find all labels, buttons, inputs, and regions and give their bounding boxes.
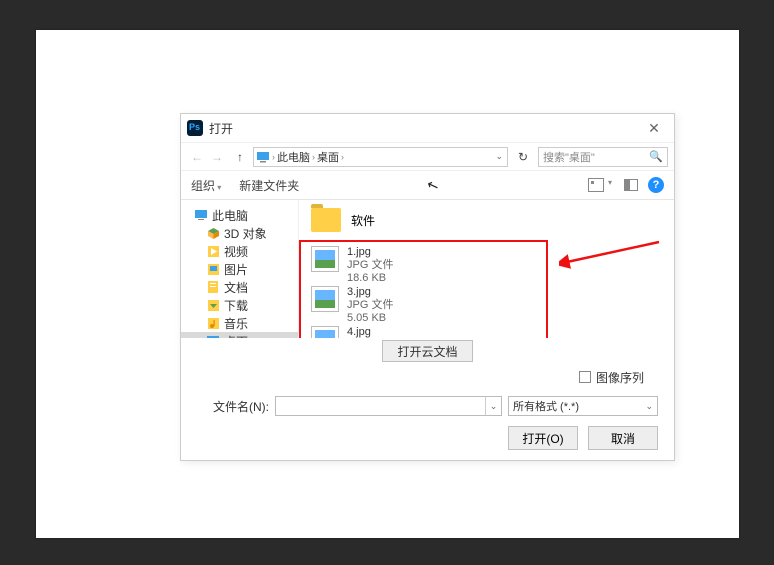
folder-label: 软件 bbox=[351, 212, 375, 229]
cursor-icon: ↖ bbox=[425, 175, 442, 195]
search-icon: 🔍 bbox=[649, 150, 663, 163]
folder-icon bbox=[311, 208, 341, 232]
file-type: JPG 文件 bbox=[347, 259, 393, 272]
tree-3d[interactable]: 3D 对象 bbox=[181, 224, 298, 242]
filetype-select[interactable]: 所有格式 (*.*) ⌄ bbox=[508, 396, 658, 416]
video-icon bbox=[207, 245, 219, 257]
jpg-icon bbox=[311, 246, 339, 272]
close-button[interactable]: ✕ bbox=[640, 120, 668, 137]
file-list: 软件 1.jpg JPG 文件 18.6 KB 3.jpg JPG 文件 5.0… bbox=[299, 200, 674, 338]
file-size: 18.6 KB bbox=[347, 272, 393, 285]
filename-input[interactable]: ⌄ bbox=[275, 396, 502, 416]
preview-pane-button[interactable] bbox=[624, 179, 638, 191]
annotation-arrow bbox=[559, 236, 669, 270]
chevron-down-icon[interactable]: ⌄ bbox=[485, 397, 501, 415]
nav-arrows[interactable]: ←→ bbox=[187, 150, 227, 164]
up-button[interactable]: ↑ bbox=[233, 150, 247, 164]
tree-documents[interactable]: 文档 bbox=[181, 278, 298, 296]
folder-item[interactable]: 软件 bbox=[311, 208, 662, 232]
file-item[interactable]: 3.jpg JPG 文件 5.05 KB bbox=[311, 286, 393, 325]
open-button[interactable]: 打开(O) bbox=[508, 426, 578, 450]
breadcrumb[interactable]: › 此电脑 › 桌面 › ⌄ bbox=[253, 147, 508, 167]
app-icon bbox=[187, 120, 203, 136]
pc-icon bbox=[256, 150, 270, 164]
tree-pictures[interactable]: 图片 bbox=[181, 260, 298, 278]
open-cloud-button[interactable]: 打开云文档 bbox=[382, 340, 472, 362]
tree-this-pc[interactable]: 此电脑 bbox=[181, 206, 298, 224]
file-size: 5.05 KB bbox=[347, 312, 393, 325]
view-mode-button[interactable] bbox=[588, 178, 604, 192]
pc-icon bbox=[195, 209, 207, 221]
refresh-button[interactable]: ↻ bbox=[514, 150, 532, 164]
titlebar: 打开 ✕ bbox=[181, 114, 674, 142]
checkbox-icon bbox=[579, 371, 591, 383]
music-icon bbox=[207, 317, 219, 329]
filetype-value: 所有格式 (*.*) bbox=[513, 398, 579, 414]
open-dialog: 打开 ✕ ←→ ↑ › 此电脑 › 桌面 › ⌄ ↻ 搜索"桌面" 🔍 组织 新… bbox=[180, 113, 675, 461]
tree-downloads[interactable]: 下载 bbox=[181, 296, 298, 314]
search-input[interactable]: 搜索"桌面" 🔍 bbox=[538, 147, 668, 167]
new-folder-button[interactable]: 新建文件夹 bbox=[239, 177, 299, 194]
organize-menu[interactable]: 组织 bbox=[191, 177, 221, 194]
tree-music[interactable]: 音乐 bbox=[181, 314, 298, 332]
help-button[interactable]: ? bbox=[648, 177, 664, 193]
image-sequence-checkbox[interactable]: 图像序列 bbox=[579, 369, 644, 386]
jpg-icon bbox=[311, 326, 339, 338]
breadcrumb-root: 此电脑 bbox=[277, 149, 310, 165]
search-placeholder: 搜索"桌面" bbox=[543, 149, 595, 165]
file-name: 4.jpg bbox=[347, 326, 393, 338]
download-icon bbox=[207, 299, 219, 311]
cube-icon bbox=[207, 227, 219, 239]
file-name: 1.jpg bbox=[347, 246, 393, 259]
tree-video[interactable]: 视频 bbox=[181, 242, 298, 260]
file-item[interactable]: 1.jpg JPG 文件 18.6 KB bbox=[311, 246, 393, 285]
filename-label: 文件名(N): bbox=[197, 398, 269, 415]
nav-tree: 此电脑 3D 对象 视频 图片 文档 下载 音乐 桌面 Win10 (C:) bbox=[181, 200, 299, 338]
doc-icon bbox=[207, 281, 219, 293]
chevron-down-icon: ⌄ bbox=[645, 401, 653, 412]
address-bar: ←→ ↑ › 此电脑 › 桌面 › ⌄ ↻ 搜索"桌面" 🔍 bbox=[181, 142, 674, 170]
checkbox-label: 图像序列 bbox=[596, 369, 644, 386]
cancel-button[interactable]: 取消 bbox=[588, 426, 658, 450]
jpg-icon bbox=[311, 286, 339, 312]
image-icon bbox=[207, 263, 219, 275]
file-item[interactable]: 4.jpg JPG 文件 bbox=[311, 326, 393, 338]
file-type: JPG 文件 bbox=[347, 299, 393, 312]
breadcrumb-loc: 桌面 bbox=[317, 149, 339, 165]
toolbar: 组织 新建文件夹 ↖ ? bbox=[181, 170, 674, 200]
file-name: 3.jpg bbox=[347, 286, 393, 299]
dialog-title: 打开 bbox=[209, 120, 640, 137]
